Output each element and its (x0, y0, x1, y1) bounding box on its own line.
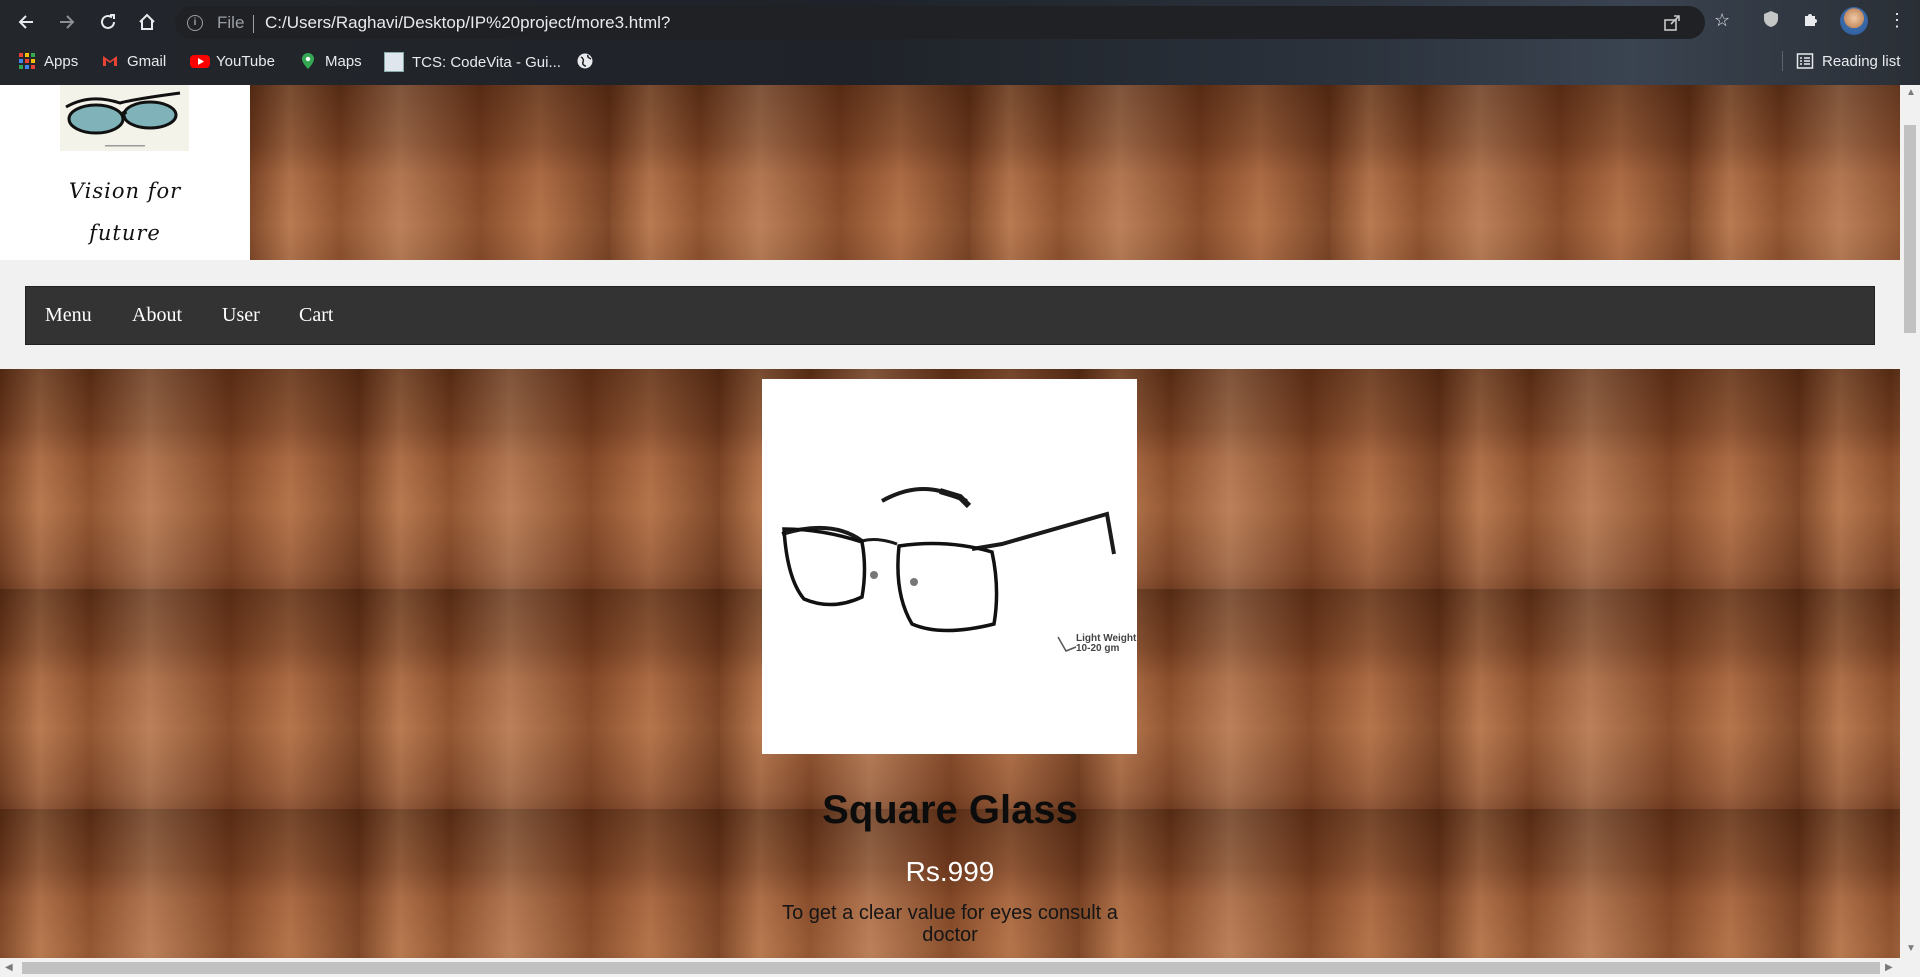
maps-pin-icon (299, 52, 317, 70)
scroll-up-arrow-icon[interactable]: ▲ (1906, 87, 1916, 98)
shield-extension-icon[interactable] (1762, 10, 1780, 33)
bookmark-star-icon[interactable]: ☆ (1714, 10, 1730, 31)
bookmark-label: TCS: CodeVita - Gui... (412, 53, 561, 71)
codevita-icon (384, 52, 404, 72)
bookmark-label: YouTube (216, 52, 275, 70)
header-banner (250, 85, 1900, 260)
more-menu-icon[interactable]: ⋮ (1888, 10, 1906, 31)
horizontal-scroll-thumb[interactable] (22, 962, 1880, 974)
product-title: Square Glass (822, 788, 1078, 832)
bookmark-label: Maps (325, 52, 362, 70)
globe-icon (576, 52, 594, 70)
info-icon[interactable]: i (187, 15, 203, 31)
reading-list-icon (1796, 52, 1814, 70)
scheme-label: File (217, 13, 245, 32)
forward-arrow-icon[interactable] (52, 9, 80, 35)
glasses-logo-image (60, 85, 189, 151)
reload-icon[interactable] (94, 9, 122, 35)
nav-cart[interactable]: Cart (299, 304, 333, 327)
bookmark-codevita[interactable]: TCS: CodeVita - Gui... (384, 52, 561, 72)
bookmarks-bar: Apps Gmail YouTube Maps TCS: CodeVita - … (0, 46, 1920, 78)
bookmarks-divider (1782, 51, 1783, 71)
profile-avatar[interactable] (1840, 7, 1868, 35)
bookmark-youtube[interactable]: YouTube (190, 52, 275, 70)
vertical-scroll-thumb[interactable] (1904, 125, 1916, 333)
product-section: Light Weight 10-20 gm Square Glass Rs.99… (0, 369, 1900, 958)
vertical-scrollbar[interactable]: ▲ ▼ (1900, 85, 1920, 958)
bookmark-label: Apps (44, 52, 79, 70)
nav-user[interactable]: User (222, 304, 260, 327)
home-icon[interactable] (133, 9, 161, 35)
scroll-left-arrow-icon[interactable]: ◀ (5, 962, 13, 973)
back-arrow-icon[interactable] (13, 9, 41, 35)
url-text[interactable]: C:/Users/Raghavi/Desktop/IP%20project/mo… (265, 13, 670, 33)
bookmark-globe[interactable] (576, 52, 594, 70)
product-price: Rs.999 (905, 856, 995, 887)
site-logo[interactable]: Vision for future (0, 85, 250, 260)
nav-menu[interactable]: Menu (45, 304, 92, 327)
scroll-down-arrow-icon[interactable]: ▼ (1906, 943, 1916, 954)
bookmark-apps[interactable]: Apps (18, 52, 78, 70)
product-image[interactable]: Light Weight 10-20 gm (762, 379, 1137, 754)
reading-list-button[interactable]: Reading list (1796, 52, 1900, 70)
weight-badge-line2: 10-20 gm (1076, 643, 1120, 654)
extensions-puzzle-icon[interactable] (1802, 10, 1820, 33)
address-bar[interactable]: i File C:/Users/Raghavi/Desktop/IP%20pro… (175, 6, 1705, 39)
share-icon[interactable] (1663, 14, 1681, 37)
browser-chrome: i File C:/Users/Raghavi/Desktop/IP%20pro… (0, 0, 1920, 85)
omnibox-divider (253, 15, 254, 33)
apps-grid-icon (18, 52, 36, 70)
reading-list-label: Reading list (1822, 52, 1901, 70)
horizontal-scrollbar[interactable]: ◀ ▶ (0, 958, 1900, 977)
bookmark-maps[interactable]: Maps (299, 52, 362, 70)
main-navbar: Menu About User Cart (25, 286, 1875, 345)
bookmark-gmail[interactable]: Gmail (101, 52, 166, 70)
scroll-right-arrow-icon[interactable]: ▶ (1885, 962, 1893, 973)
gmail-icon (101, 52, 119, 70)
bookmark-label: Gmail (127, 52, 167, 70)
nav-about[interactable]: About (132, 304, 182, 327)
page-viewport: Vision for future Menu About User Cart L… (0, 85, 1900, 958)
logo-tagline: Vision for future (68, 179, 182, 245)
youtube-icon (190, 52, 210, 70)
product-description: To get a clear value for eyes consult a … (782, 902, 1118, 946)
